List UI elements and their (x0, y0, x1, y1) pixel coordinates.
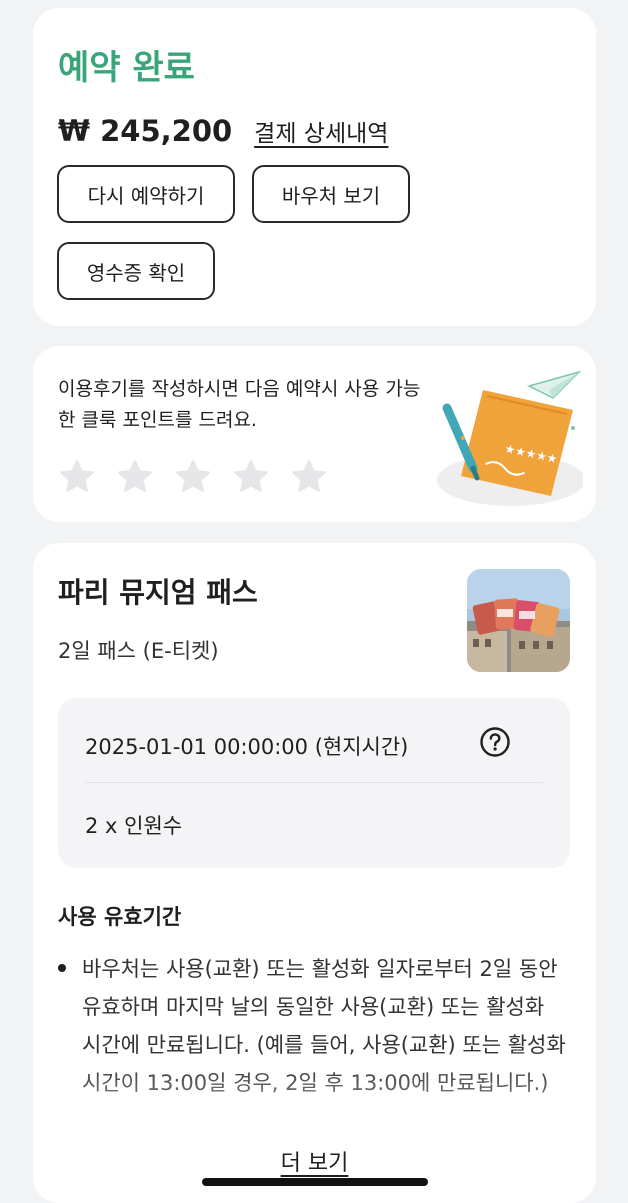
see-more-link[interactable]: 더 보기 (33, 1145, 596, 1177)
rebook-button[interactable]: 다시 예약하기 (57, 165, 235, 223)
star-icon[interactable] (116, 458, 154, 496)
review-prompt-card[interactable]: 이용후기를 작성하시면 다음 예약시 사용 가능한 클룩 포인트를 드려요. ★… (33, 346, 596, 522)
product-option: 2일 패스 (E-티켓) (58, 639, 219, 663)
star-icon[interactable] (174, 458, 212, 496)
price-row: ₩ 245,200 결제 상세내역 (58, 114, 388, 148)
home-indicator (202, 1178, 428, 1186)
payment-detail-link[interactable]: 결제 상세내역 (254, 114, 388, 148)
star-icon[interactable] (58, 458, 96, 496)
paris-museum-pass-photo (467, 569, 570, 672)
star-rating[interactable] (58, 458, 328, 496)
booking-info-box: 2025-01-01 00:00:00 (현지시간) 2 x 인원수 (58, 698, 570, 868)
booking-status-title: 예약 완료 (58, 48, 195, 88)
participant-count: 2 x 인원수 (85, 814, 183, 838)
booking-summary-card: 예약 완료 ₩ 245,200 결제 상세내역 다시 예약하기 바우처 보기 영… (33, 8, 596, 326)
star-icon[interactable] (232, 458, 270, 496)
product-card: 파리 뮤지엄 패스 2일 패스 (E-티켓) 2025-01-01 00:00:… (33, 543, 596, 1203)
info-divider (85, 782, 543, 783)
bullet-icon (58, 964, 66, 972)
total-price: ₩ 245,200 (58, 114, 233, 148)
view-receipt-button[interactable]: 영수증 확인 (57, 242, 215, 300)
star-icon[interactable] (290, 458, 328, 496)
validity-section-title: 사용 유효기간 (58, 905, 182, 929)
review-paper-plane-illustration: ★★★★★ (437, 370, 583, 506)
review-prompt-text: 이용후기를 작성하시면 다음 예약시 사용 가능한 클룩 포인트를 드려요. (58, 378, 421, 431)
product-title[interactable]: 파리 뮤지엄 패스 (58, 571, 258, 611)
question-circle-icon[interactable] (479, 726, 511, 758)
view-voucher-button[interactable]: 바우처 보기 (252, 165, 410, 223)
booking-datetime: 2025-01-01 00:00:00 (현지시간) (85, 735, 409, 759)
product-thumbnail[interactable] (467, 569, 570, 672)
